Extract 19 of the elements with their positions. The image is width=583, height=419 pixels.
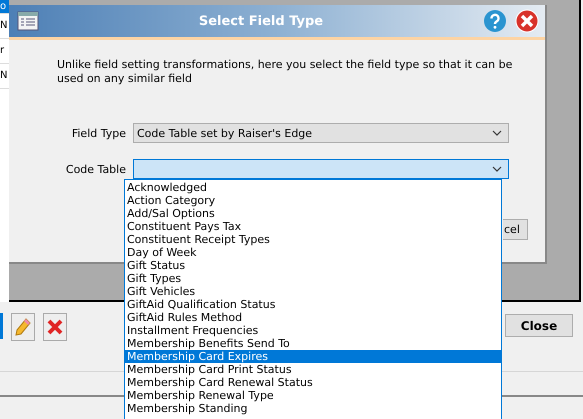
field-label: Field Type (70, 126, 126, 140)
delete-button[interactable] (43, 313, 67, 341)
dropdown-select[interactable] (133, 159, 509, 179)
dialog-title: Select Field Type (198, 14, 324, 28)
list-window-icon (17, 11, 39, 31)
grid-cell: o (0, 0, 9, 14)
help-icon[interactable] (483, 9, 507, 33)
field-label: Code Table (64, 162, 126, 176)
close-icon[interactable] (515, 9, 539, 33)
cancel-button[interactable]: cel (503, 219, 528, 240)
edit-button[interactable] (11, 313, 35, 341)
list-option[interactable]: Membership Card Expires (125, 350, 501, 363)
close-x-icon (47, 319, 63, 335)
chevron-down-icon (492, 166, 502, 172)
close-button[interactable]: Close (505, 314, 573, 337)
pencil-icon (15, 318, 31, 336)
chevron-down-icon (492, 130, 502, 136)
dialog-description: Unlike field setting transformations, here you select the field type so that it can be used on any similar field (57, 58, 514, 86)
dropdown-select[interactable]: Code Table set by Raiser's Edge (133, 123, 509, 143)
